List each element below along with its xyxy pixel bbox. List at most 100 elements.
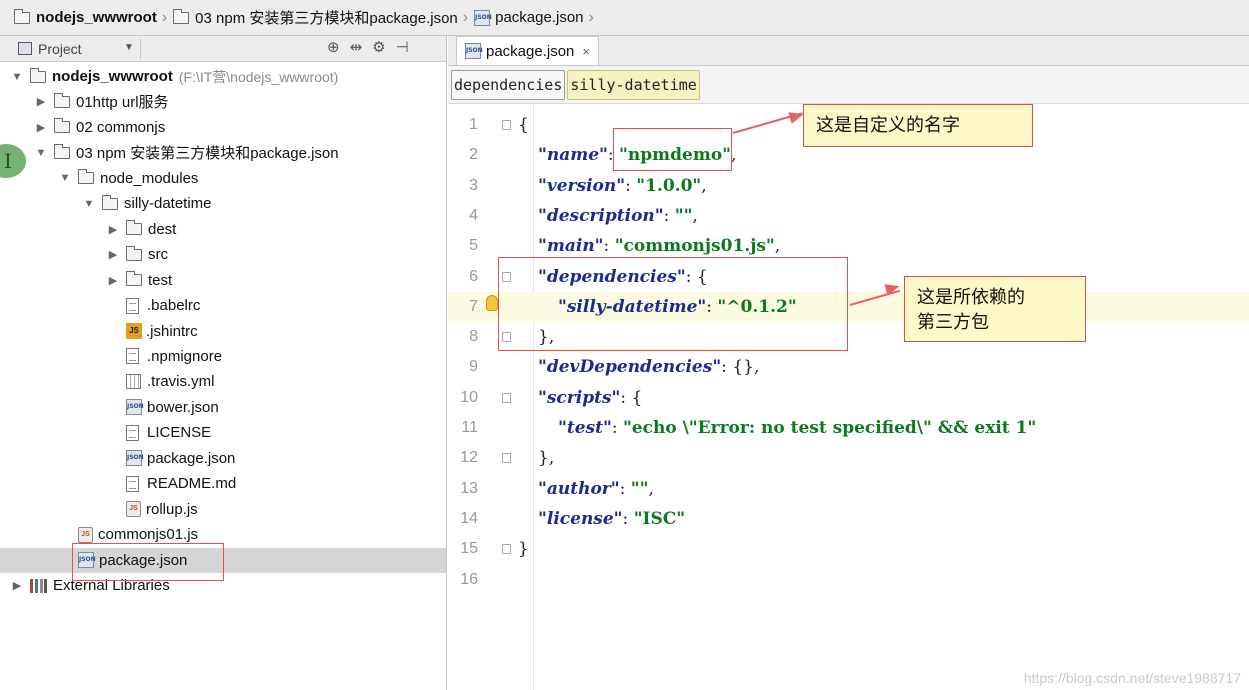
chevron-down-icon[interactable]: ▼ [82, 198, 96, 210]
fold-marker-icon[interactable] [502, 271, 511, 282]
tree-item-label: silly-datetime [124, 195, 212, 213]
gutter [486, 474, 518, 504]
json-file-icon: JSON [465, 43, 483, 59]
chevron-down-icon[interactable]: ▼ [34, 147, 48, 159]
dropdown-arrow-icon[interactable]: ▼ [124, 42, 134, 53]
tree-item[interactable]: ▶ 02 commonjs [0, 115, 165, 140]
line-number: 3 [469, 176, 478, 194]
gear-icon[interactable]: ⚙ [372, 38, 385, 56]
chevron-down-icon[interactable]: ▼ [58, 172, 72, 184]
tree-item-label: LICENSE [147, 424, 212, 442]
tree-item[interactable]: ▶ src [0, 242, 168, 267]
code-line: 12}, [448, 443, 1249, 473]
line-number: 10 [460, 388, 478, 406]
close-icon[interactable]: × [582, 44, 590, 59]
tree-item[interactable]: JS .jshintrc [0, 319, 198, 344]
callout-text: 这是自定义的名字 [816, 115, 960, 136]
breadcrumb-item-file[interactable]: JSON package.json [474, 9, 584, 26]
callout-text-line1: 这是所依赖的 [917, 287, 1025, 308]
chevron-right-icon[interactable]: ▶ [34, 95, 48, 108]
js-file-icon: JS [126, 501, 141, 518]
chevron-right-icon[interactable]: ▶ [10, 579, 24, 592]
chevron-right-icon[interactable]: ▶ [106, 248, 120, 261]
code-editor[interactable]: 1 {2 "name": "npmdemo", 3 "version": "1.0.0"… [448, 104, 1249, 690]
tab-label: package.json [486, 42, 575, 60]
fold-marker-icon[interactable] [502, 392, 511, 403]
fold-marker-icon[interactable] [502, 120, 511, 130]
line-number: 11 [461, 419, 478, 436]
tree-item-label: External Libraries [53, 577, 170, 594]
tree-item[interactable]: ▼ nodejs_wwwroot (F:\IT营\nodejs_wwwroot) [0, 64, 338, 89]
text-file-icon [126, 297, 139, 314]
tree-item-label: package.json [147, 449, 236, 467]
code-line: 14 "license": "ISC" [448, 504, 1249, 534]
json-key: "devDependencies" [538, 357, 722, 378]
json-value: "1.0.0" [636, 175, 702, 196]
tree-item[interactable]: ▶ test [0, 268, 172, 293]
tree-item[interactable]: ▶ dest [0, 217, 176, 242]
json-path-dependencies[interactable]: dependencies [451, 69, 566, 100]
fold-marker-icon[interactable] [502, 544, 511, 555]
tree-item-label: package.json [99, 551, 188, 569]
tree-item[interactable]: ▼ node_modules [0, 166, 198, 191]
json-value: "^0.1.2" [717, 296, 797, 317]
tree-item[interactable]: .babelrc [0, 293, 200, 318]
tree-item-label: commonjs01.js [98, 526, 199, 544]
breadcrumb-item-root[interactable]: nodejs_wwwroot [13, 8, 157, 26]
line-number: 6 [469, 267, 478, 285]
chevron-down-icon[interactable]: ▼ [10, 71, 24, 83]
tree-item[interactable]: ▼ silly-datetime [0, 191, 212, 216]
json-punctuation: , [774, 236, 781, 257]
folder-icon [13, 8, 30, 24]
json-key: "test" [558, 418, 612, 438]
project-view-selector[interactable]: Project [18, 41, 82, 57]
fold-marker-icon[interactable] [502, 332, 511, 343]
tree-item[interactable]: ▶ External Libraries [0, 573, 170, 598]
chevron-right-icon[interactable]: ▶ [34, 121, 48, 134]
tree-item[interactable]: ▼ 03 npm 安装第三方模块和package.json [0, 140, 339, 165]
tree-item[interactable]: README.md [0, 471, 236, 496]
json-punctuation: , [731, 145, 737, 166]
gutter [486, 383, 518, 413]
json-punctuation: : [663, 205, 675, 226]
collapse-icon[interactable]: ⇹ [350, 38, 363, 56]
line-number: 9 [469, 358, 478, 376]
json-punctuation: } [518, 539, 529, 560]
tree-item[interactable]: JS rollup.js [0, 497, 198, 522]
intention-bulb-icon[interactable] [486, 294, 498, 311]
js-file-icon: JS [78, 526, 93, 543]
tree-item[interactable]: JSON bower.json [0, 395, 219, 420]
json-file-icon: JSON [126, 399, 144, 416]
tree-item[interactable]: .travis.yml [0, 369, 215, 394]
tab-package-json[interactable]: JSON package.json × [456, 36, 599, 65]
sync-icon[interactable]: ⊕ [327, 38, 340, 56]
line-number: 5 [469, 237, 478, 255]
tree-item[interactable]: JS commonjs01.js [0, 522, 198, 547]
fold-marker-icon[interactable] [502, 453, 511, 464]
line-number: 7 [469, 297, 478, 315]
tree-item[interactable]: .npmignore [0, 344, 222, 369]
tree-item-label: .npmignore [147, 347, 223, 365]
chevron-right-icon[interactable]: ▶ [106, 223, 120, 236]
tree-item[interactable]: JSON package.json [0, 547, 446, 573]
code-line: 10 "scripts": { [448, 383, 1249, 413]
tree-item-label: .jshintrc [146, 322, 198, 340]
code-text: "description": "", [518, 206, 698, 226]
text-cursor-icon: I [4, 149, 12, 173]
tree-item-label: test [148, 271, 173, 289]
code-line: 3 "version": "1.0.0", [448, 171, 1249, 201]
hide-panel-icon[interactable]: ⊣ [396, 38, 409, 56]
json-path-silly-datetime[interactable]: silly-datetime [567, 69, 700, 100]
breadcrumb-item-folder[interactable]: 03 npm 安装第三方模块和package.json [172, 7, 458, 28]
gutter [486, 262, 518, 292]
chevron-right-icon: › [462, 8, 469, 26]
tree-item-label: README.md [147, 475, 237, 493]
text-file-icon [126, 424, 139, 441]
line-number: 13 [460, 479, 478, 497]
tree-item[interactable]: JSON package.json [0, 446, 235, 471]
line-number: 15 [460, 540, 478, 558]
tree-item[interactable]: ▶ 01http url服务 [0, 89, 169, 114]
tree-item[interactable]: LICENSE [0, 420, 211, 445]
chevron-right-icon[interactable]: ▶ [106, 274, 120, 287]
callout-custom-name: 这是自定义的名字 [803, 104, 1033, 147]
